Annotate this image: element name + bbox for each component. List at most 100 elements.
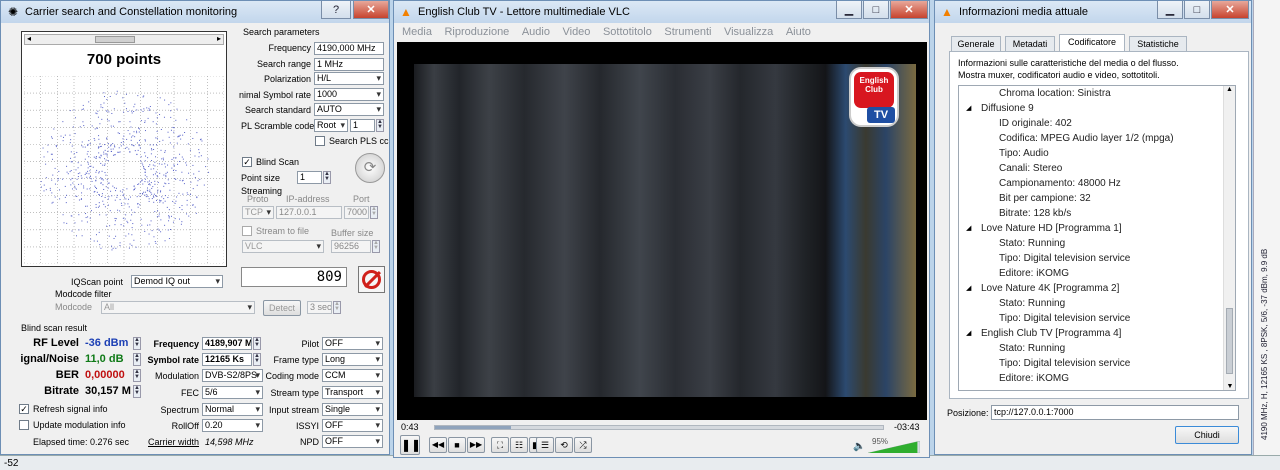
search-standard-select[interactable]: AUTO	[314, 103, 384, 116]
tree-item[interactable]: Diffusione 9	[981, 101, 1034, 116]
search-pls-checkbox[interactable]	[315, 136, 325, 146]
port-input[interactable]: 7000	[344, 206, 369, 219]
tree-item[interactable]: Love Nature 4K [Programma 2]	[981, 281, 1119, 296]
expand-icon[interactable]: ◢	[966, 281, 971, 296]
input-stream-select[interactable]: Single	[322, 403, 383, 416]
buffer-size-input[interactable]: 96256	[331, 240, 371, 253]
tree-item[interactable]: ID originale: 402	[999, 116, 1072, 131]
blind-scan-checkbox[interactable]: ✓	[242, 157, 252, 167]
pl-scramble-input[interactable]: 1	[350, 119, 375, 132]
tree-item[interactable]: Tipo: Digital television service	[999, 356, 1130, 371]
coding-mode-select[interactable]: CCM	[322, 369, 383, 382]
menu-visualizza[interactable]: Visualizza	[724, 26, 773, 38]
loop-icon[interactable]: ⟲	[555, 437, 573, 453]
buffer-size-spin[interactable]: ▲ ▼	[372, 240, 380, 253]
stream-to-file-checkbox[interactable]	[242, 226, 252, 236]
carrier-width-label[interactable]: Carrier width	[148, 437, 199, 447]
point-size-spin[interactable]: ▲ ▼	[323, 171, 331, 184]
scroll-right-icon[interactable]: ▸	[217, 34, 221, 43]
shuffle-icon[interactable]: ⤮	[574, 437, 592, 453]
ber-spin[interactable]: ▲ ▼	[133, 369, 141, 382]
constellation-scrollbar[interactable]: ◂ ▸	[24, 34, 224, 45]
extended-settings-icon[interactable]: ☷	[510, 437, 528, 453]
tree-item[interactable]: English Club TV [Programma 4]	[981, 326, 1121, 341]
speaker-icon[interactable]: 🔈	[853, 441, 865, 452]
frequency-input[interactable]: 4190,000 MHz	[314, 42, 384, 55]
tab-statistiche[interactable]: Statistiche	[1129, 36, 1187, 51]
rf-level-spin[interactable]: ▲ ▼	[133, 337, 141, 350]
proto-select[interactable]: TCP	[242, 206, 274, 219]
scan-refresh-icon[interactable]: ⟳	[355, 153, 385, 183]
seek-bar[interactable]	[434, 425, 884, 430]
tree-item[interactable]: Stato: Running	[999, 236, 1065, 251]
scroll-thumb[interactable]	[95, 36, 135, 43]
tree-item[interactable]: Chroma location: Sinistra	[999, 86, 1111, 101]
info-maximize-button[interactable]: □	[1184, 1, 1210, 19]
stream-type-select[interactable]: Transport	[322, 386, 383, 399]
tree-item[interactable]: Canali: Stereo	[999, 161, 1062, 176]
tree-item[interactable]: Campionamento: 48000 Hz	[999, 176, 1121, 191]
tree-item[interactable]: Bitrate: 128 kb/s	[999, 206, 1071, 221]
detect-button[interactable]: Detect	[263, 300, 301, 316]
modulation-select[interactable]: DVB-S2/8PS	[202, 369, 263, 382]
frequency2-spin[interactable]: ▲ ▼	[253, 337, 261, 350]
pilot-select[interactable]: OFF	[322, 337, 383, 350]
tree-item[interactable]: Tipo: Audio	[999, 146, 1049, 161]
menu-audio[interactable]: Audio	[522, 26, 550, 38]
ip-input[interactable]: 127.0.0.1	[276, 206, 342, 219]
menu-aiuto[interactable]: Aiuto	[786, 26, 811, 38]
pl-scramble-spin[interactable]: ▲ ▼	[376, 119, 384, 132]
position-input[interactable]: tcp://127.0.0.1:7000	[991, 405, 1239, 420]
detect-time-input[interactable]: 3 sec	[307, 301, 332, 314]
scroll-left-icon[interactable]: ◂	[27, 34, 31, 43]
stop-button[interactable]: ■	[448, 437, 466, 453]
tree-item[interactable]: Stato: Running	[999, 341, 1065, 356]
menu-strumenti[interactable]: Strumenti	[664, 26, 711, 38]
tree-item[interactable]: Stato: Running	[999, 296, 1065, 311]
maximize-button[interactable]: □	[863, 1, 889, 19]
update-modulation-checkbox[interactable]	[19, 420, 29, 430]
codec-tree[interactable]: Chroma location: Sinistra ◢ Diffusione 9…	[958, 85, 1236, 391]
pause-button[interactable]: ❚❚	[400, 435, 421, 455]
issyi-select[interactable]: OFF	[322, 419, 383, 432]
spectrum-select[interactable]: Normal	[202, 403, 263, 416]
iqscan-select[interactable]: Demod IQ out	[131, 275, 223, 288]
fullscreen-icon[interactable]: ⛶	[491, 437, 509, 453]
help-button[interactable]: ?	[321, 1, 351, 19]
tree-item[interactable]: Editore: iKOMG	[999, 266, 1069, 281]
npd-select[interactable]: OFF	[322, 435, 383, 448]
volume-slider[interactable]	[867, 440, 921, 454]
polarization-select[interactable]: H/L	[314, 72, 384, 85]
frame-type-select[interactable]: Long	[322, 353, 383, 366]
vlc-close-button[interactable]: ✕	[890, 1, 928, 19]
fec-select[interactable]: 5/6	[202, 386, 263, 399]
stop-icon[interactable]	[358, 266, 385, 293]
expand-icon[interactable]: ◢	[966, 101, 971, 116]
bitrate-spin[interactable]: ▲ ▼	[133, 385, 141, 398]
tree-item[interactable]: Codifica: MPEG Audio layer 1/2 (mpga)	[999, 131, 1174, 146]
info-close-button[interactable]: ✕	[1211, 1, 1249, 19]
info-minimize-button[interactable]: ▁	[1157, 1, 1183, 19]
modcode-select[interactable]: All	[101, 301, 255, 314]
tree-item[interactable]: Tipo: Digital television service	[999, 251, 1130, 266]
next-icon[interactable]: ▶▶	[467, 437, 485, 453]
tree-item[interactable]: Editore: iKOMG	[999, 371, 1069, 386]
refresh-signal-checkbox[interactable]: ✓	[19, 404, 29, 414]
menu-riproduzione[interactable]: Riproduzione	[444, 26, 509, 38]
port-spin[interactable]: ▲ ▼	[370, 206, 378, 219]
menu-media[interactable]: Media	[402, 26, 432, 38]
expand-icon[interactable]: ◢	[966, 326, 971, 341]
tree-item[interactable]: Tipo: Digital television service	[999, 311, 1130, 326]
snr-spin[interactable]: ▲ ▼	[133, 353, 141, 366]
close-button[interactable]: ✕	[353, 1, 389, 19]
pl-scramble-select[interactable]: Root	[314, 119, 348, 132]
expand-icon[interactable]: ◢	[966, 221, 971, 236]
point-size-input[interactable]: 1	[297, 171, 322, 184]
tree-item[interactable]: Bit per campione: 32	[999, 191, 1091, 206]
scroll-up-icon[interactable]: ▲	[1224, 86, 1235, 93]
search-range-input[interactable]: 1 MHz	[314, 58, 384, 71]
tab-codificatore[interactable]: Codificatore	[1059, 34, 1125, 52]
video-area[interactable]: English Club TV	[397, 42, 927, 420]
playlist-icon[interactable]: ☰	[536, 437, 554, 453]
chiudi-button[interactable]: Chiudi	[1175, 426, 1239, 444]
